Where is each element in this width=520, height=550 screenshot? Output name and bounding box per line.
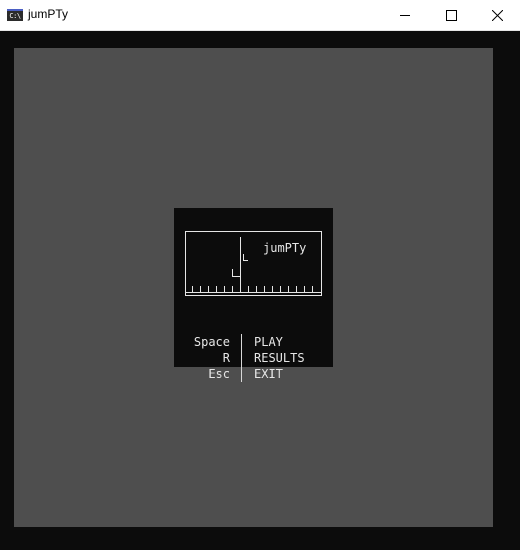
menu-item-key: Esc <box>208 367 230 381</box>
menu-item-exit[interactable]: Esc EXIT <box>174 366 333 382</box>
close-button[interactable] <box>474 0 520 31</box>
logo-lower-step <box>232 269 240 277</box>
window-titlebar[interactable]: C:\ jumPTy <box>0 0 520 31</box>
logo-title: jumPTy <box>263 241 307 255</box>
logo-upper-step <box>243 254 248 261</box>
logo-ground-ticks <box>192 286 313 293</box>
console-area: jumPTy Space PLAY R RESULTS Esc EXIT <box>0 31 520 550</box>
menu-item-action: RESULTS <box>254 351 305 365</box>
minimize-icon <box>400 15 410 16</box>
menu-item-key: R <box>222 351 230 365</box>
window-title: jumPTy <box>28 7 69 21</box>
maximize-button[interactable] <box>428 0 474 31</box>
menu-item-action: EXIT <box>254 367 283 381</box>
menu-item-results[interactable]: R RESULTS <box>174 350 333 366</box>
maximize-icon <box>446 10 457 21</box>
menu-item-action: PLAY <box>254 335 283 349</box>
console-app-icon: C:\ <box>7 9 23 21</box>
close-icon <box>492 10 503 21</box>
menu-item-key: Space <box>193 335 230 349</box>
minimize-button[interactable] <box>382 0 428 31</box>
main-menu: jumPTy Space PLAY R RESULTS Esc EXIT <box>174 208 333 382</box>
menu-item-play[interactable]: Space PLAY <box>174 334 333 350</box>
